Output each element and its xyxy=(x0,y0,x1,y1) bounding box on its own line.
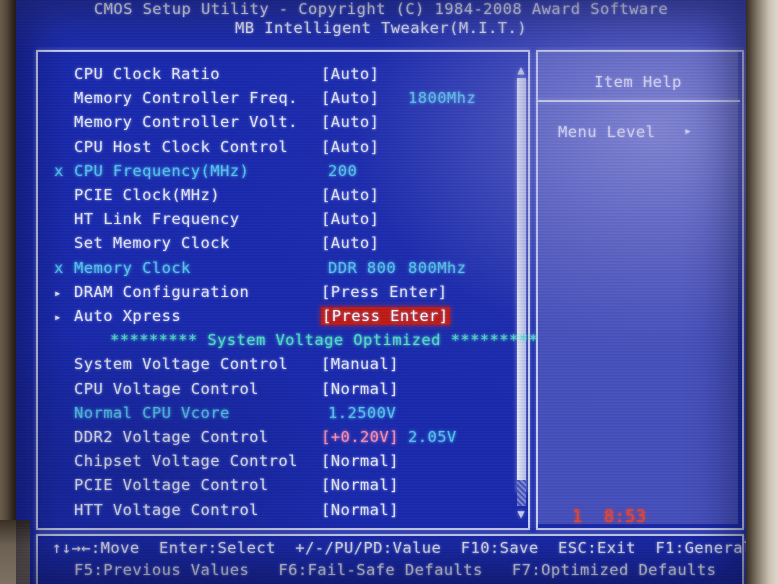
menu-item-label: Normal CPU Vcore xyxy=(74,403,230,422)
menu-item-value[interactable]: [Normal] xyxy=(321,502,399,518)
menu-item-label[interactable]: PCIE Voltage Control xyxy=(74,478,269,494)
bios-screen: CMOS Setup Utility - Copyright (C) 1984-… xyxy=(16,0,746,584)
menu-item-value[interactable]: [Auto] xyxy=(321,187,379,203)
menu-item-label[interactable]: Set Memory Clock xyxy=(74,236,230,252)
menu-item-value[interactable]: [+0.20V] xyxy=(321,429,399,445)
menu-item-label[interactable]: PCIE Clock(MHz) xyxy=(74,187,220,203)
menu-item-computed-value: 800Mhz xyxy=(408,258,467,277)
menu-item-value[interactable]: [Normal] xyxy=(321,381,399,397)
menu-item-value: 200 xyxy=(328,161,358,180)
footer-keys-line1: ↑↓→←:Move Enter:Select +/-/PU/PD:Value F… xyxy=(52,539,746,557)
menu-item-label[interactable]: CPU Clock Ratio xyxy=(74,66,220,82)
menu-item-value[interactable]: [Manual] xyxy=(321,357,399,373)
menu-item-label[interactable]: CPU Host Clock Control xyxy=(74,139,288,155)
menu-item-label[interactable]: DRAM Configuration xyxy=(74,284,249,300)
menu-item-value: 1.2500V xyxy=(328,403,397,422)
submenu-arrow-icon: ▸ xyxy=(54,285,62,300)
menu-item-label[interactable]: HT Link Frequency xyxy=(74,211,239,227)
bios-screenshot-photo: CMOS Setup Utility - Copyright (C) 1984-… xyxy=(0,0,778,584)
menu-item-computed-value: 1800Mhz xyxy=(408,89,477,108)
menu-item-label[interactable]: CPU Voltage Control xyxy=(74,381,259,397)
menu-item-label[interactable]: Auto Xpress xyxy=(74,308,181,324)
menu-item-label[interactable]: Memory Controller Freq. xyxy=(74,90,298,106)
menu-item-value[interactable]: [Auto] xyxy=(321,236,379,252)
clock-readout: 1 8:53 xyxy=(572,507,647,527)
menu-item-label[interactable]: HTT Voltage Control xyxy=(74,502,259,518)
menu-item-label[interactable]: Chipset Voltage Control xyxy=(74,453,298,469)
menu-item-value[interactable]: [Press Enter] xyxy=(321,284,448,300)
menu-item-value[interactable]: [Normal] xyxy=(321,453,399,469)
menu-item-value[interactable]: [Auto] xyxy=(321,139,379,155)
menu-item-label[interactable]: DDR2 Voltage Control xyxy=(74,429,269,445)
menu-item-value: DDR 800 xyxy=(328,258,397,277)
disabled-item-x-icon: x xyxy=(54,161,64,180)
menu-item-label: CPU Frequency(MHz) xyxy=(74,161,250,180)
main-menu-list: CPU Clock Ratio [Auto] Memory Controller F… xyxy=(16,0,746,584)
menu-item-label[interactable]: System Voltage Control xyxy=(74,357,288,373)
menu-banner-system-voltage-optimized: ********* System Voltage Optimized *****… xyxy=(110,331,539,350)
menu-item-value[interactable]: [Auto] xyxy=(321,90,379,106)
menu-item-label[interactable]: Memory Controller Volt. xyxy=(74,115,298,131)
submenu-arrow-icon: ▸ xyxy=(54,310,62,324)
footer-keys-line2: F5:Previous Values F6:Fail-Safe Defaults… xyxy=(74,561,717,579)
menu-item-value[interactable]: [Normal] xyxy=(321,478,399,494)
menu-item-value-selected[interactable]: [Press Enter] xyxy=(321,307,450,325)
menu-item-computed-value: 2.05V xyxy=(408,428,457,446)
disabled-item-x-icon: x xyxy=(54,258,64,277)
selection-highlight[interactable]: [Press Enter] xyxy=(321,307,450,325)
menu-item-value[interactable]: [Auto] xyxy=(321,115,379,131)
menu-item-value[interactable]: [Auto] xyxy=(321,66,379,82)
menu-item-label: Memory Clock xyxy=(74,258,191,277)
menu-item-value[interactable]: [Auto] xyxy=(321,211,379,227)
